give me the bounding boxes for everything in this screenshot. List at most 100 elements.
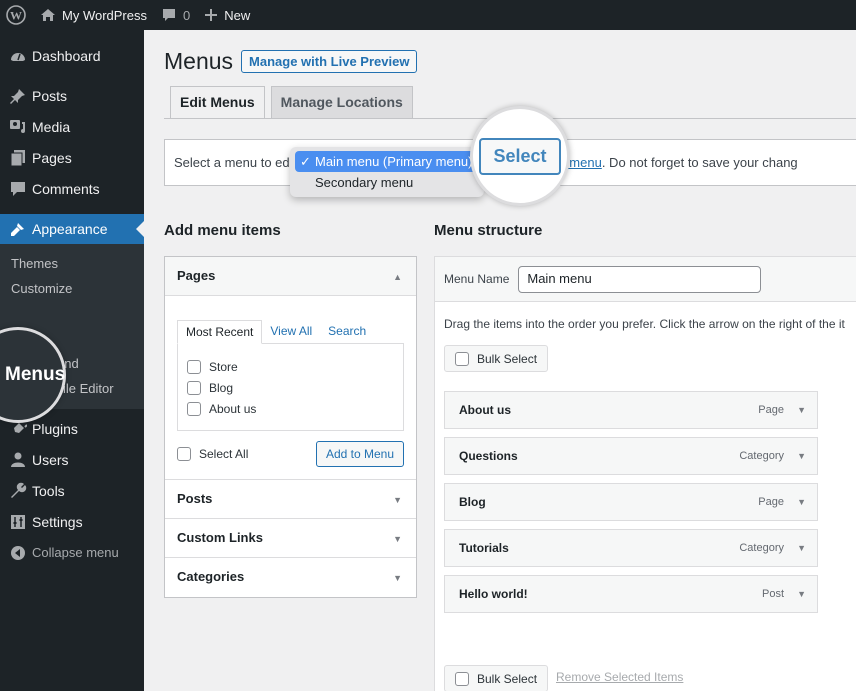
menu-structure-panel: Menu Name Main menu Drag the items into …: [434, 256, 856, 691]
bulk-select-checkbox[interactable]: [455, 351, 469, 366]
menu-item-title: Questions: [459, 449, 518, 463]
sidebar-item-media[interactable]: Media: [0, 111, 144, 142]
bulk-select-button-top[interactable]: Bulk Select: [444, 345, 549, 372]
sidebar-item-pages[interactable]: Pages: [0, 142, 144, 173]
option-label: Secondary menu: [315, 175, 414, 190]
manage-menus-bar: Select a menu to edit: reate a new menu …: [164, 139, 856, 186]
comments-count: 0: [183, 7, 191, 23]
sidebar-item-label: Plugins: [32, 420, 78, 437]
menu-name-row: Menu Name Main menu: [435, 257, 856, 302]
menu-item-title: About us: [459, 403, 511, 417]
submenu-widgets[interactable]: [0, 301, 144, 326]
collapse-menu-label: Collapse menu: [32, 545, 119, 560]
add-menu-items-accordion: Pages ▲ Most Recent View All Search Stor…: [164, 256, 417, 598]
sidebar-item-dashboard[interactable]: Dashboard: [0, 40, 144, 71]
sidebar-item-comments[interactable]: Comments: [0, 173, 144, 204]
select-all-label: Select All: [199, 447, 249, 461]
page-label: Store: [209, 359, 238, 374]
plus-icon: [205, 9, 218, 21]
save-reminder-text: . Do not forget to save your chang: [601, 155, 798, 170]
submenu-background[interactable]: und: [0, 351, 144, 376]
sidebar-item-tools[interactable]: Tools: [0, 475, 144, 506]
tabs-divider: [164, 118, 856, 119]
menu-item[interactable]: Blog Page ▼: [444, 483, 818, 521]
wordpress-logo-button[interactable]: W: [0, 0, 33, 30]
menu-select-dropdown[interactable]: ✓ Main menu (Primary menu) Secondary men…: [290, 147, 484, 197]
expand-arrow-icon[interactable]: ▼: [797, 405, 806, 415]
site-name-link[interactable]: My WordPress: [33, 0, 154, 30]
pages-icon: [8, 148, 28, 168]
categories-section-header[interactable]: Categories ▼: [165, 558, 416, 597]
expand-arrow-icon[interactable]: ▼: [797, 589, 806, 599]
plug-icon: [8, 419, 28, 439]
pages-list: Store Blog About us: [177, 343, 404, 431]
pages-tabs: Most Recent View All Search: [177, 320, 404, 344]
menu-name-input[interactable]: Main menu: [518, 265, 762, 293]
bulk-select-label: Bulk Select: [477, 671, 538, 686]
nav-tabs: Edit Menus Manage Locations: [170, 86, 419, 119]
submenu-background-label: und: [57, 356, 79, 371]
menu-item-type: Category: [739, 450, 784, 462]
menu-item[interactable]: Tutorials Category ▼: [444, 529, 818, 567]
dropdown-option-secondary-menu[interactable]: Secondary menu: [295, 172, 479, 193]
select-all-checkbox[interactable]: [177, 447, 191, 461]
new-content-link[interactable]: New: [197, 0, 257, 30]
select-menu-label: Select a menu to edit:: [174, 155, 300, 170]
tab-manage-locations[interactable]: Manage Locations: [270, 86, 413, 119]
dashboard-icon: [8, 46, 28, 66]
submenu-theme-file-editor[interactable]: Theme File Editor: [0, 376, 144, 401]
bulk-select-checkbox[interactable]: [455, 671, 469, 686]
menu-item-type: Page: [758, 496, 784, 508]
posts-section-header[interactable]: Posts ▼: [165, 480, 416, 519]
checkmark-icon: ✓: [300, 154, 311, 169]
bulk-select-button-bottom[interactable]: Bulk Select: [444, 665, 549, 691]
menu-item-type: Post: [761, 588, 784, 600]
dropdown-option-main-menu[interactable]: ✓ Main menu (Primary menu): [295, 151, 479, 172]
pages-section-header[interactable]: Pages ▲: [165, 257, 416, 296]
arrow-down-icon: ▼: [393, 573, 402, 583]
sidebar-item-appearance[interactable]: Appearance: [0, 214, 144, 244]
manage-live-preview-button[interactable]: Manage with Live Preview: [241, 50, 418, 73]
custom-links-section-header[interactable]: Custom Links ▼: [165, 519, 416, 558]
submenu-themes[interactable]: Themes: [0, 251, 144, 276]
expand-arrow-icon[interactable]: ▼: [797, 497, 806, 507]
media-icon: [8, 117, 28, 137]
sidebar-item-users[interactable]: Users: [0, 444, 144, 475]
page-checkbox[interactable]: [187, 401, 201, 416]
tab-view-all[interactable]: View All: [262, 320, 320, 344]
menu-item[interactable]: Questions Category ▼: [444, 437, 818, 475]
list-item: Store: [187, 356, 394, 377]
expand-arrow-icon[interactable]: ▼: [797, 451, 806, 461]
comments-link[interactable]: 0: [154, 0, 197, 30]
arrow-down-icon: ▼: [393, 495, 402, 505]
sidebar-item-posts[interactable]: Posts: [0, 80, 144, 111]
menu-item-title: Tutorials: [459, 541, 509, 555]
remove-selected-items-link[interactable]: Remove Selected Items: [556, 670, 683, 684]
add-menu-items-heading: Add menu items: [164, 222, 281, 239]
expand-arrow-icon[interactable]: ▼: [797, 543, 806, 553]
tab-edit-menus[interactable]: Edit Menus: [170, 86, 265, 119]
page-checkbox[interactable]: [187, 380, 201, 395]
submenu-menus[interactable]: [0, 326, 144, 351]
sidebar-item-settings[interactable]: Settings: [0, 506, 144, 537]
menu-item[interactable]: Hello world! Post ▼: [444, 575, 818, 613]
submenu-customize[interactable]: Customize: [0, 276, 144, 301]
sidebar-item-label: Tools: [32, 482, 65, 499]
menu-item[interactable]: About us Page ▼: [444, 391, 818, 429]
tab-search[interactable]: Search: [320, 320, 374, 344]
list-item: Blog: [187, 377, 394, 398]
add-to-menu-button[interactable]: Add to Menu: [315, 441, 404, 467]
appearance-submenu: Themes Customize und Theme File Editor: [0, 244, 144, 409]
sidebar-item-label: Comments: [32, 180, 100, 197]
section-title: Posts: [177, 491, 213, 506]
page-header: Menus Manage with Live Preview: [164, 48, 418, 75]
create-new-menu-link[interactable]: reate a new menu: [498, 155, 602, 170]
settings-icon: [8, 512, 28, 532]
sidebar-item-label: Dashboard: [32, 47, 101, 64]
list-item: About us: [187, 398, 394, 419]
sidebar-item-plugins[interactable]: Plugins: [0, 413, 144, 444]
sidebar-item-label: Posts: [32, 87, 68, 104]
tab-most-recent[interactable]: Most Recent: [177, 320, 263, 344]
page-checkbox[interactable]: [187, 359, 201, 374]
collapse-menu-button[interactable]: Collapse menu: [0, 537, 144, 568]
